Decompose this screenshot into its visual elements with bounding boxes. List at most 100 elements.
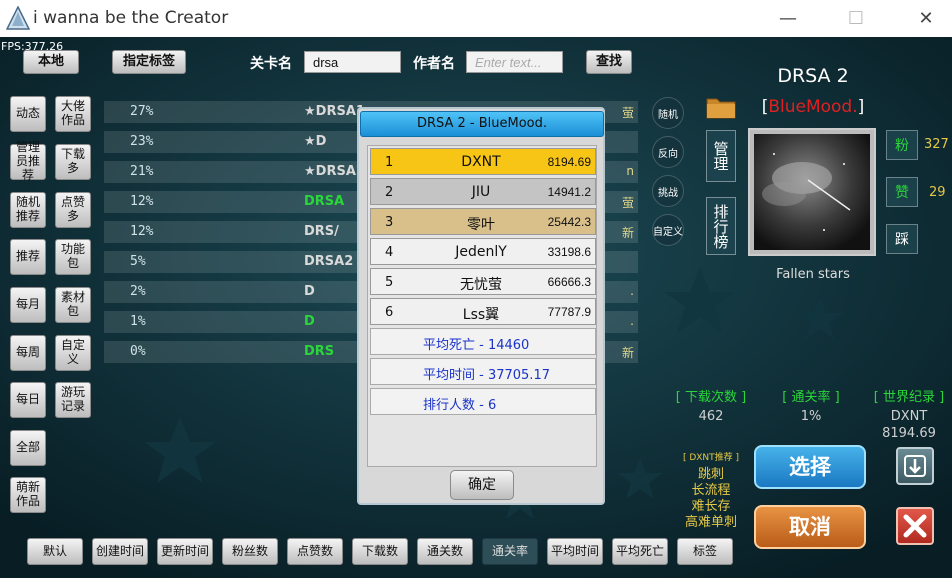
cancel-button[interactable]: 取消 [754, 505, 866, 549]
fans-count: 327 [924, 137, 949, 152]
delete-button[interactable] [896, 507, 934, 545]
rank-number: 5 [385, 275, 394, 290]
category-button[interactable]: 下载多 [55, 144, 91, 180]
rank-number: 6 [385, 305, 394, 320]
clear-rate-header: [ 通关率 ] [782, 390, 840, 405]
player-score: 8194.69 [547, 155, 591, 169]
category-button[interactable]: 游玩记录 [55, 382, 91, 418]
level-thumbnail [748, 128, 876, 256]
sort-button[interactable]: 通关数 [417, 538, 473, 565]
level-title: DRSA 2 [777, 65, 849, 87]
category-button[interactable]: 动态 [10, 96, 46, 132]
sort-button[interactable]: 通关率 [482, 538, 538, 565]
reverse-icon[interactable]: 反向 [652, 136, 684, 168]
player-score: 33198.6 [547, 245, 591, 259]
downloads-value: 462 [698, 409, 724, 424]
sort-button[interactable]: 标签 [677, 538, 733, 565]
level-clear-rate: 2% [130, 284, 146, 299]
level-clear-rate: 23% [130, 134, 154, 149]
author-line: [BlueMood.] [761, 97, 865, 117]
category-button[interactable]: 自定义 [55, 335, 91, 371]
download-icon [904, 455, 926, 477]
sort-button[interactable]: 平均时间 [547, 538, 603, 565]
title-bar: i wanna be the Creator — ☐ ✕ [0, 0, 952, 37]
game-canvas: FPS:377.26 本地 指定标签 关卡名 作者名 查找 动态大佬作品管理员推… [0, 37, 952, 578]
clear-rate-value: 1% [800, 409, 822, 424]
tag-filter-button[interactable]: 指定标签 [112, 50, 186, 74]
level-author: 萤 [621, 106, 634, 120]
average-time: 平均时间 - 37705.17 [370, 358, 596, 385]
confirm-button[interactable]: 确定 [450, 470, 514, 500]
x-icon [903, 514, 927, 538]
level-clear-rate: 21% [130, 164, 154, 179]
level-name-input[interactable] [304, 51, 401, 73]
rank-row[interactable]: 1 DXNT 8194.69 [370, 148, 596, 175]
level-author: 萤 [621, 196, 634, 210]
sort-button[interactable]: 点赞数 [287, 538, 343, 565]
level-clear-rate: 27% [130, 104, 154, 119]
world-record-time: 8194.69 [882, 426, 936, 441]
local-button[interactable]: 本地 [23, 50, 79, 74]
rank-row[interactable]: 6 Lss翼 77787.9 [370, 298, 596, 325]
close-window-button[interactable]: ✕ [912, 6, 940, 32]
category-button[interactable]: 每月 [10, 287, 46, 323]
level-clear-rate: 1% [130, 314, 146, 329]
level-clear-rate: 12% [130, 224, 154, 239]
downloads-header: [ 下载次数 ] [675, 390, 747, 405]
sort-button[interactable]: 下载数 [352, 538, 408, 565]
leaderboard-button[interactable]: 排行榜 [706, 197, 736, 255]
category-button[interactable]: 素材包 [55, 287, 91, 323]
level-clear-rate: 5% [130, 254, 146, 269]
author-name: BlueMood. [768, 97, 858, 117]
rank-row[interactable]: 5 无忧萤 66666.3 [370, 268, 596, 295]
ranking-list: 1 DXNT 8194.69 2 JIU 14941.2 3 零叶 25442.3 4 Jedenl… [367, 145, 597, 467]
download-button[interactable] [896, 447, 934, 485]
player-name: 无忧萤 [460, 277, 502, 293]
sort-button[interactable]: 平均死亡 [612, 538, 668, 565]
select-button[interactable]: 选择 [754, 445, 866, 489]
folder-icon[interactable] [706, 95, 736, 119]
world-record-holder: DXNT [890, 409, 928, 424]
author-name-input[interactable] [466, 51, 563, 73]
search-button[interactable]: 查找 [586, 50, 632, 74]
author-name-label: 作者名 [413, 56, 455, 72]
dialog-title: DRSA 2 - BlueMood. [360, 111, 604, 137]
level-author: n [626, 164, 634, 178]
category-button[interactable]: 全部 [10, 430, 46, 466]
maximize-button[interactable]: ☐ [842, 6, 870, 32]
category-button[interactable]: 推荐 [10, 239, 46, 275]
sort-button[interactable]: 创建时间 [92, 538, 148, 565]
category-button[interactable]: 大佬作品 [55, 96, 91, 132]
fans-button[interactable]: 粉 [886, 130, 918, 160]
category-button[interactable]: 随机推荐 [10, 192, 46, 228]
level-author: 新 [621, 346, 634, 360]
sort-button[interactable]: 默认 [27, 538, 83, 565]
category-button[interactable]: 管理员推荐 [10, 140, 46, 182]
tag-4: 高难单刺 [684, 515, 737, 530]
rank-row[interactable]: 2 JIU 14941.2 [370, 178, 596, 205]
level-name-label: 关卡名 [250, 56, 292, 72]
challenge-icon[interactable]: 挑战 [652, 175, 684, 207]
rank-number: 2 [385, 185, 394, 200]
category-button[interactable]: 点赞多 [55, 192, 91, 228]
average-deaths: 平均死亡 - 14460 [370, 328, 596, 355]
minimize-button[interactable]: — [774, 6, 802, 32]
sort-button[interactable]: 更新时间 [157, 538, 213, 565]
rank-number: 1 [385, 155, 394, 170]
category-button[interactable]: 功能包 [55, 239, 91, 275]
fallen-stars-image [754, 134, 870, 250]
random-icon[interactable]: 随机 [652, 97, 684, 129]
custom-icon[interactable]: 自定义 [652, 214, 684, 246]
thumbnail-caption: Fallen stars [776, 267, 850, 282]
category-button[interactable]: 每周 [10, 335, 46, 371]
sort-button[interactable]: 粉丝数 [222, 538, 278, 565]
rank-row[interactable]: 4 JedenlY 33198.6 [370, 238, 596, 265]
category-button[interactable]: 每日 [10, 382, 46, 418]
player-name: DXNT [461, 154, 501, 170]
manage-button[interactable]: 管理 [706, 130, 736, 182]
player-name: Lss翼 [462, 307, 500, 323]
rank-row[interactable]: 3 零叶 25442.3 [370, 208, 596, 235]
category-button[interactable]: 萌新作品 [10, 477, 46, 513]
like-button[interactable]: 赞 [886, 177, 918, 207]
dislike-button[interactable]: 踩 [886, 224, 918, 254]
